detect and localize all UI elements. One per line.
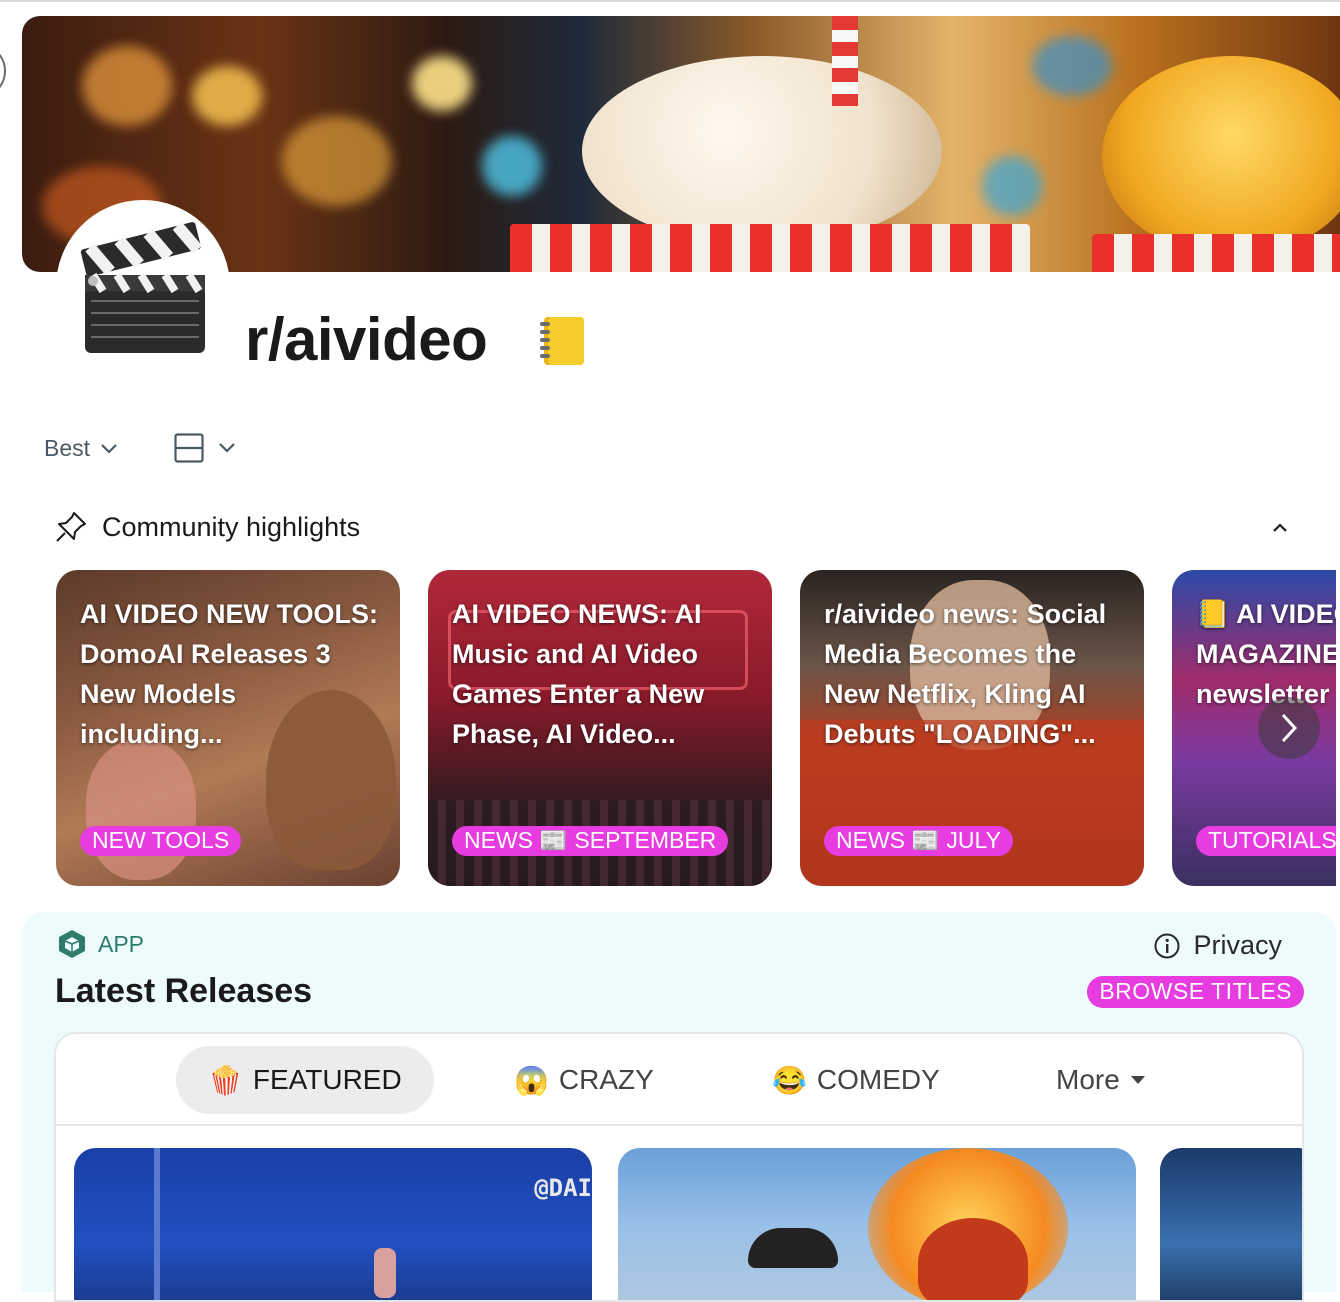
latest-releases-heading: Latest Releases <box>55 972 313 1010</box>
tab-crazy[interactable]: 😱 CRAZY <box>482 1046 686 1114</box>
category-tabs: 🍿 FEATURED 😱 CRAZY 😂 COMEDY More <box>56 1034 1302 1126</box>
tab-featured[interactable]: 🍿 FEATURED <box>176 1046 434 1114</box>
caret-down-icon <box>1130 1076 1145 1084</box>
more-dropdown[interactable]: More <box>1056 1064 1146 1096</box>
card-layout-icon <box>174 433 204 463</box>
edge-button[interactable] <box>0 48 6 94</box>
tab-label: COMEDY <box>816 1064 940 1095</box>
tab-comedy[interactable]: 😂 COMEDY <box>740 1046 972 1114</box>
info-icon <box>1154 933 1180 958</box>
card-title: AI VIDEO NEW TOOLS: DomoAI Releases 3 Ne… <box>80 599 379 749</box>
chevron-right-icon <box>1281 713 1298 743</box>
cube-icon <box>59 930 85 958</box>
laughing-face-icon: 😂 <box>772 1064 807 1096</box>
thumbnail-watermark: @DAI <box>534 1174 592 1202</box>
scream-face-icon: 😱 <box>514 1064 549 1096</box>
card-flair: NEW TOOLS <box>80 826 242 856</box>
card-title: 📒 AI VIDEO MAGAZINE community newsletter <box>1196 599 1336 709</box>
card-title: AI VIDEO NEWS: AI Music and AI Video Gam… <box>452 599 705 749</box>
community-highlights-header: Community highlights <box>54 510 360 544</box>
highlight-card[interactable]: AI VIDEO NEWS: AI Music and AI Video Gam… <box>428 570 772 886</box>
more-label: More <box>1056 1064 1120 1095</box>
subreddit-title: r/aivideo <box>245 306 488 373</box>
tab-label: CRAZY <box>558 1064 654 1095</box>
chevron-down-icon <box>219 443 235 453</box>
card-flair: NEWS 📰 SEPTEMBER <box>452 826 729 856</box>
app-widget: APP Privacy Latest Releases BROWSE TITLE… <box>22 912 1336 1302</box>
top-divider <box>0 0 1340 2</box>
chevron-up-icon[interactable] <box>1270 518 1290 538</box>
subreddit-avatar[interactable] <box>56 200 230 374</box>
subreddit-banner <box>22 16 1340 272</box>
layout-view-toggle[interactable] <box>174 433 238 463</box>
card-flair: TUTORIALS <box>1196 826 1336 856</box>
tab-label: FEATURED <box>252 1064 402 1095</box>
popcorn-icon: 🍿 <box>208 1064 243 1096</box>
sort-dropdown[interactable]: Best <box>44 435 120 462</box>
chevron-down-icon <box>101 443 117 454</box>
release-thumbnail[interactable] <box>618 1148 1136 1300</box>
card-title: r/aivideo news: Social Media Becomes the… <box>824 599 1107 749</box>
highlight-card[interactable]: AI VIDEO NEW TOOLS: DomoAI Releases 3 Ne… <box>56 570 400 886</box>
privacy-label: Privacy <box>1193 930 1282 960</box>
carousel-next-button[interactable] <box>1258 697 1320 759</box>
sort-label: Best <box>44 435 91 461</box>
notebook-icon <box>540 317 584 365</box>
clapperboard-icon <box>80 221 205 353</box>
releases-panel: 🍿 FEATURED 😱 CRAZY 😂 COMEDY More @DAI <box>54 1032 1304 1302</box>
app-badge: APP <box>56 928 144 960</box>
app-label: APP <box>98 930 145 957</box>
pin-icon <box>56 512 86 542</box>
browse-titles-button[interactable]: BROWSE TITLES <box>1087 976 1304 1008</box>
release-thumbnail[interactable]: @DAI <box>74 1148 592 1300</box>
highlights-heading: Community highlights <box>102 511 361 542</box>
privacy-link[interactable]: Privacy <box>1153 930 1282 961</box>
release-thumbnail[interactable] <box>1160 1148 1302 1300</box>
highlight-card[interactable]: r/aivideo news: Social Media Becomes the… <box>800 570 1144 886</box>
card-flair: NEWS 📰 JULY <box>824 826 1013 856</box>
